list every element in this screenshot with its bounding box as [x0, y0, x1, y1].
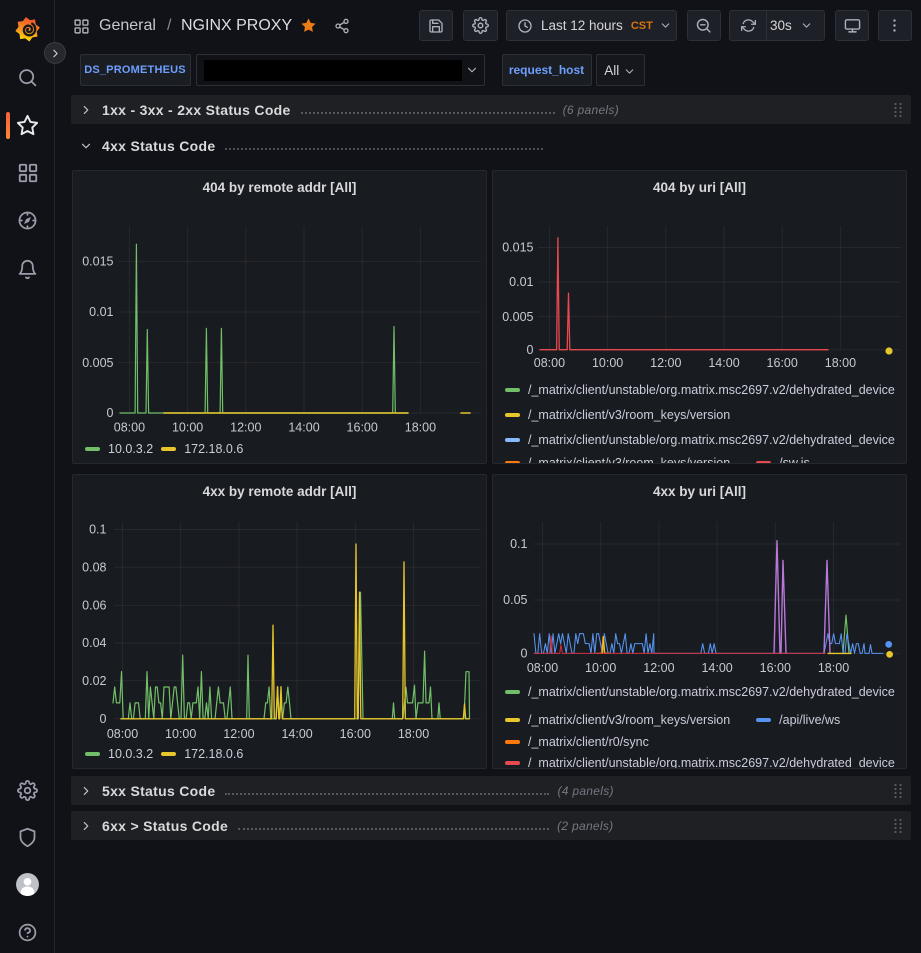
- svg-text:14:00: 14:00: [701, 661, 732, 675]
- svg-text:10:00: 10:00: [172, 421, 203, 435]
- svg-text:12:00: 12:00: [223, 727, 254, 741]
- svg-text:16:00: 16:00: [767, 356, 798, 370]
- svg-text:12:00: 12:00: [643, 661, 674, 675]
- svg-text:0: 0: [107, 406, 114, 420]
- svg-text:18:00: 18:00: [405, 421, 436, 435]
- svg-text:16:00: 16:00: [347, 421, 378, 435]
- svg-text:0.005: 0.005: [82, 356, 113, 370]
- svg-text:14:00: 14:00: [281, 727, 312, 741]
- svg-text:0.02: 0.02: [82, 674, 106, 688]
- svg-text:0: 0: [527, 343, 534, 357]
- svg-text:0.04: 0.04: [82, 636, 106, 650]
- svg-text:18:00: 18:00: [825, 356, 856, 370]
- svg-text:0.08: 0.08: [82, 560, 106, 574]
- svg-text:10:00: 10:00: [165, 727, 196, 741]
- svg-text:14:00: 14:00: [708, 356, 739, 370]
- svg-text:10:00: 10:00: [592, 356, 623, 370]
- svg-text:16:00: 16:00: [760, 661, 791, 675]
- svg-text:08:00: 08:00: [534, 356, 565, 370]
- svg-text:0.06: 0.06: [82, 599, 106, 613]
- svg-text:0.1: 0.1: [89, 523, 106, 537]
- svg-text:08:00: 08:00: [107, 727, 138, 741]
- svg-text:14:00: 14:00: [288, 421, 319, 435]
- svg-text:0.05: 0.05: [503, 593, 527, 607]
- svg-text:0.015: 0.015: [502, 241, 533, 255]
- svg-text:12:00: 12:00: [230, 421, 261, 435]
- svg-text:0.015: 0.015: [82, 255, 113, 269]
- svg-text:18:00: 18:00: [398, 727, 429, 741]
- svg-text:0.1: 0.1: [510, 537, 527, 551]
- svg-text:08:00: 08:00: [527, 661, 558, 675]
- svg-text:0.01: 0.01: [89, 305, 113, 319]
- svg-text:0.01: 0.01: [509, 275, 533, 289]
- svg-text:12:00: 12:00: [650, 356, 681, 370]
- svg-text:0: 0: [100, 712, 107, 726]
- svg-text:16:00: 16:00: [340, 727, 371, 741]
- svg-text:10:00: 10:00: [585, 661, 616, 675]
- svg-text:0.005: 0.005: [502, 310, 533, 324]
- svg-text:18:00: 18:00: [818, 661, 849, 675]
- svg-text:08:00: 08:00: [114, 421, 145, 435]
- svg-text:0: 0: [521, 647, 528, 661]
